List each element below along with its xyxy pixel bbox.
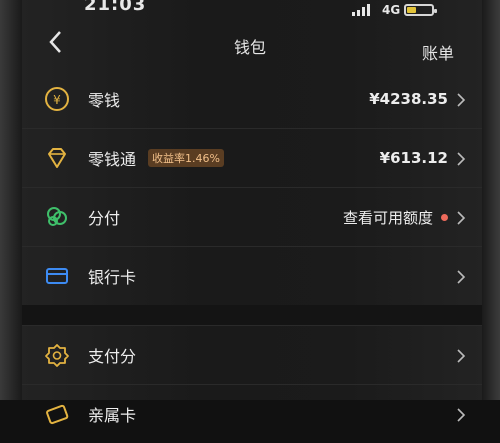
fenfu-hint: 查看可用额度: [343, 207, 448, 228]
nav-bar: 钱包 账单: [0, 22, 500, 70]
wallet-list: ¥ 零钱 ¥4238.35 零钱通 收益率1.46% ¥613.12 分付 查看…: [22, 70, 482, 443]
status-time: 21:03: [84, 0, 147, 15]
yield-badge: 收益率1.46%: [148, 149, 224, 167]
pay-score-label: 支付分: [88, 347, 137, 366]
change-value: ¥4238.35: [369, 90, 448, 108]
battery-fill: [407, 7, 417, 13]
signal-icon: [352, 4, 370, 16]
wallet-item-family-card[interactable]: 亲属卡: [22, 385, 482, 443]
phone-screen: 21:03 4G 钱包 账单 ¥ 零钱 ¥4238.35 零钱通 收益率1.46…: [0, 0, 500, 425]
svg-text:¥: ¥: [53, 93, 61, 107]
network-type: 4G: [382, 3, 401, 17]
family-card-icon: [44, 401, 70, 427]
coin-icon: ¥: [44, 86, 70, 112]
wallet-item-pay-score[interactable]: 支付分: [22, 326, 482, 385]
battery-icon: [404, 4, 437, 16]
wallet-item-fenfu[interactable]: 分付 查看可用额度: [22, 188, 482, 247]
diamond-icon: [44, 145, 70, 171]
wallet-item-change[interactable]: ¥ 零钱 ¥4238.35: [22, 70, 482, 129]
clover-icon: [44, 204, 70, 230]
bank-card-icon: [44, 263, 70, 289]
lct-value: ¥613.12: [379, 149, 448, 167]
wallet-item-bank-card[interactable]: 银行卡: [22, 247, 482, 305]
lct-label: 零钱通: [88, 150, 137, 169]
chevron-right-icon: [456, 210, 466, 225]
chevron-right-icon: [456, 348, 466, 363]
chevron-right-icon: [456, 269, 466, 284]
red-dot-indicator: [441, 213, 448, 221]
wallet-item-lct[interactable]: 零钱通 收益率1.46% ¥613.12: [22, 129, 482, 188]
status-bar: 21:03 4G: [0, 0, 500, 22]
section-divider: [22, 305, 482, 326]
badge-icon: [44, 342, 70, 368]
change-label: 零钱: [88, 91, 121, 110]
chevron-right-icon: [456, 407, 466, 422]
fenfu-label: 分付: [88, 209, 121, 228]
fenfu-hint-text: 查看可用额度: [342, 208, 433, 227]
family-card-label: 亲属卡: [88, 406, 137, 425]
bill-link[interactable]: 账单: [422, 40, 454, 64]
chevron-right-icon: [456, 92, 466, 107]
bank-card-label: 银行卡: [88, 268, 137, 287]
chevron-right-icon: [456, 151, 466, 166]
